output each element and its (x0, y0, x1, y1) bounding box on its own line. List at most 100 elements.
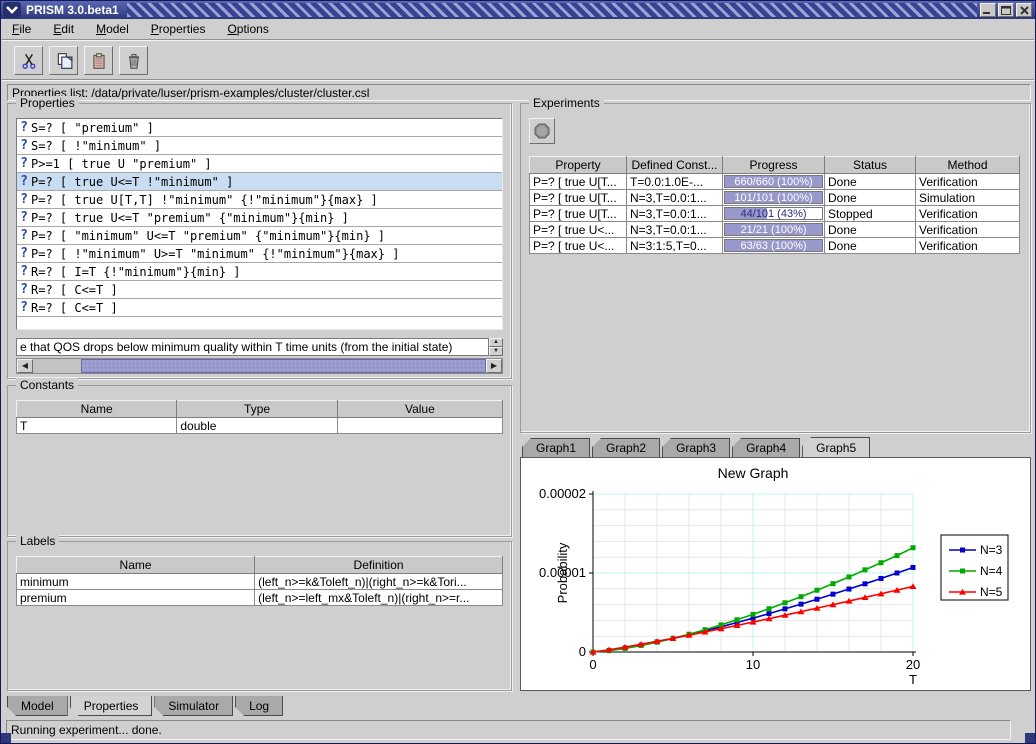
constants-table[interactable]: NameTypeValueTdouble (16, 400, 503, 434)
column-header[interactable]: Type (177, 401, 337, 418)
property-item[interactable]: ?R=? [ C<=T ] (17, 299, 502, 317)
menu-options[interactable]: Options (227, 22, 268, 36)
cut-button[interactable] (14, 46, 43, 75)
question-icon: ? (17, 120, 31, 135)
experiment-row[interactable]: P=? [ true U<...N=3,T=0.0:1...21/21 (100… (530, 222, 1020, 238)
question-icon: ? (17, 282, 31, 297)
experiment-row[interactable]: P=? [ true U[T...N=3,T=0.0:1...44/101 (4… (530, 206, 1020, 222)
paste-button[interactable] (84, 46, 113, 75)
column-header[interactable]: Name (17, 401, 177, 418)
experiments-column-header[interactable]: Status (825, 157, 916, 174)
window-menu-icon[interactable] (2, 2, 22, 18)
experiment-row[interactable]: P=? [ true U<...N=3:1:5,T=0...63/63 (100… (530, 238, 1020, 254)
tab-simulator[interactable]: Simulator (154, 696, 233, 716)
tab-log[interactable]: Log (235, 696, 283, 716)
table-cell: double (177, 418, 337, 434)
toolbar (2, 42, 1034, 80)
minimize-button[interactable] (980, 3, 996, 17)
experiment-row[interactable]: P=? [ true U[T...N=3,T=0.0:1...101/101 (… (530, 190, 1020, 206)
property-text: P=? [ true U[T,T] !"minimum" {!"minimum"… (31, 193, 378, 207)
title-bar[interactable]: PRISM 3.0.beta1 (1, 1, 1035, 19)
scroll-right-button[interactable]: ▶ (486, 359, 502, 373)
chart: 0102000.000010.00002New GraphTProbabilit… (521, 458, 1018, 686)
scroll-left-button[interactable]: ◀ (17, 359, 33, 373)
property-item[interactable]: ?P>=1 [ true U "premium" ] (17, 155, 502, 173)
property-item[interactable]: ?R=? [ I=T {!"minimum"}{min} ] (17, 263, 502, 281)
tab-graph2[interactable]: Graph2 (592, 438, 660, 458)
column-header[interactable]: Name (17, 557, 255, 574)
progress-bar: 660/660 (100%) (724, 175, 823, 188)
property-item[interactable]: ?P=? [ true U[T,T] !"minimum" {!"minimum… (17, 191, 502, 209)
experiment-row[interactable]: P=? [ true U[T...T=0.0:1.0E-...660/660 (… (530, 174, 1020, 190)
close-button[interactable] (1016, 3, 1032, 17)
maximize-button[interactable] (998, 3, 1014, 17)
menu-properties[interactable]: Properties (151, 22, 206, 36)
paste-icon (90, 52, 108, 70)
property-item[interactable]: ?S=? [ "premium" ] (17, 119, 502, 137)
property-text: P=? [ true U<=T !"minimum" ] (31, 175, 233, 189)
delete-button[interactable] (119, 46, 148, 75)
experiments-column-header[interactable]: Property (530, 157, 627, 174)
tab-graph1[interactable]: Graph1 (522, 438, 590, 458)
comment-scroll-down-button[interactable]: ▼ (489, 347, 503, 356)
column-header[interactable]: Value (337, 401, 502, 418)
tab-graph3[interactable]: Graph3 (662, 438, 730, 458)
menu-model[interactable]: Model (96, 22, 129, 36)
arrow-down-icon: ▼ (493, 348, 499, 354)
question-icon: ? (17, 228, 31, 243)
window-title: PRISM 3.0.beta1 (22, 3, 127, 18)
properties-list[interactable]: ?S=? [ "premium" ]?S=? [ !"minimum" ]?P>… (16, 118, 503, 330)
labels-group: Labels NameDefinitionminimum(left_n>=k&T… (7, 541, 512, 691)
scrollbar-thumb[interactable] (81, 359, 486, 373)
experiment-progress: 101/101 (100%) (723, 190, 825, 206)
menu-edit[interactable]: Edit (53, 22, 74, 36)
labels-table[interactable]: NameDefinitionminimum(left_n>=k&Toleft_n… (16, 556, 503, 606)
property-text: P>=1 [ true U "premium" ] (31, 157, 212, 171)
property-item[interactable]: ?P=? [ "minimum" U<=T "premium" {"minimu… (17, 227, 502, 245)
scrollbar-track[interactable] (33, 359, 81, 373)
cut-icon (20, 52, 38, 70)
window-corner-left[interactable] (1, 733, 11, 743)
menu-file[interactable]: File (12, 22, 31, 36)
experiments-column-header[interactable]: Method (916, 157, 1020, 174)
properties-horizontal-scrollbar[interactable]: ◀ ▶ (16, 358, 503, 374)
table-row[interactable]: minimum(left_n>=k&Toleft_n)|(right_n>=k&… (17, 574, 503, 590)
experiments-table[interactable]: PropertyDefined Const...ProgressStatusMe… (529, 156, 1020, 254)
column-header[interactable]: Definition (255, 557, 503, 574)
experiment-method: Verification (916, 238, 1020, 254)
experiment-property: P=? [ true U[T... (530, 206, 627, 222)
property-item[interactable]: ?S=? [ !"minimum" ] (17, 137, 502, 155)
comment-scroll-up-button[interactable]: ▲ (489, 338, 503, 347)
property-item[interactable]: ?P=? [ true U<=T !"minimum" ] (17, 173, 502, 191)
graph-tabs: Graph1Graph2Graph3Graph4Graph5 (522, 437, 872, 458)
property-comment[interactable]: e that QOS drops below minimum quality w… (16, 338, 489, 356)
property-text: P=? [ "minimum" U<=T "premium" {"minimum… (31, 229, 385, 243)
property-text: S=? [ !"minimum" ] (31, 139, 161, 153)
arrow-up-icon: ▲ (493, 339, 499, 345)
comment-spinner: ▲ ▼ (489, 338, 503, 356)
experiments-column-header[interactable]: Progress (723, 157, 825, 174)
table-cell (337, 418, 502, 434)
progress-bar: 101/101 (100%) (724, 191, 823, 204)
property-item[interactable]: ?P=? [ !"minimum" U>=T "minimum" {!"mini… (17, 245, 502, 263)
experiments-column-header[interactable]: Defined Const... (627, 157, 723, 174)
tab-graph5[interactable]: Graph5 (802, 437, 870, 458)
properties-group: Properties ?S=? [ "premium" ]?S=? [ !"mi… (7, 103, 512, 379)
window-corner-right[interactable] (1025, 733, 1035, 743)
property-item[interactable]: ?R=? [ C<=T ] (17, 281, 502, 299)
stop-experiment-button[interactable] (529, 118, 555, 144)
experiments-group: Experiments PropertyDefined Const...Prog… (520, 103, 1031, 433)
table-row[interactable]: premium(left_n>=left_mx&Toleft_n)|(right… (17, 590, 503, 606)
experiment-method: Verification (916, 222, 1020, 238)
tab-model[interactable]: Model (7, 696, 68, 716)
table-cell: premium (17, 590, 255, 606)
property-text: R=? [ C<=T ] (31, 301, 118, 315)
tab-properties[interactable]: Properties (70, 696, 153, 716)
property-item[interactable]: ?P=? [ true U<=T "premium" {"minimum"}{m… (17, 209, 502, 227)
experiment-status: Done (825, 190, 916, 206)
table-row[interactable]: Tdouble (17, 418, 503, 434)
svg-text:N=4: N=4 (980, 564, 1003, 578)
copy-button[interactable] (49, 46, 78, 75)
trash-icon (125, 52, 143, 70)
tab-graph4[interactable]: Graph4 (732, 438, 800, 458)
